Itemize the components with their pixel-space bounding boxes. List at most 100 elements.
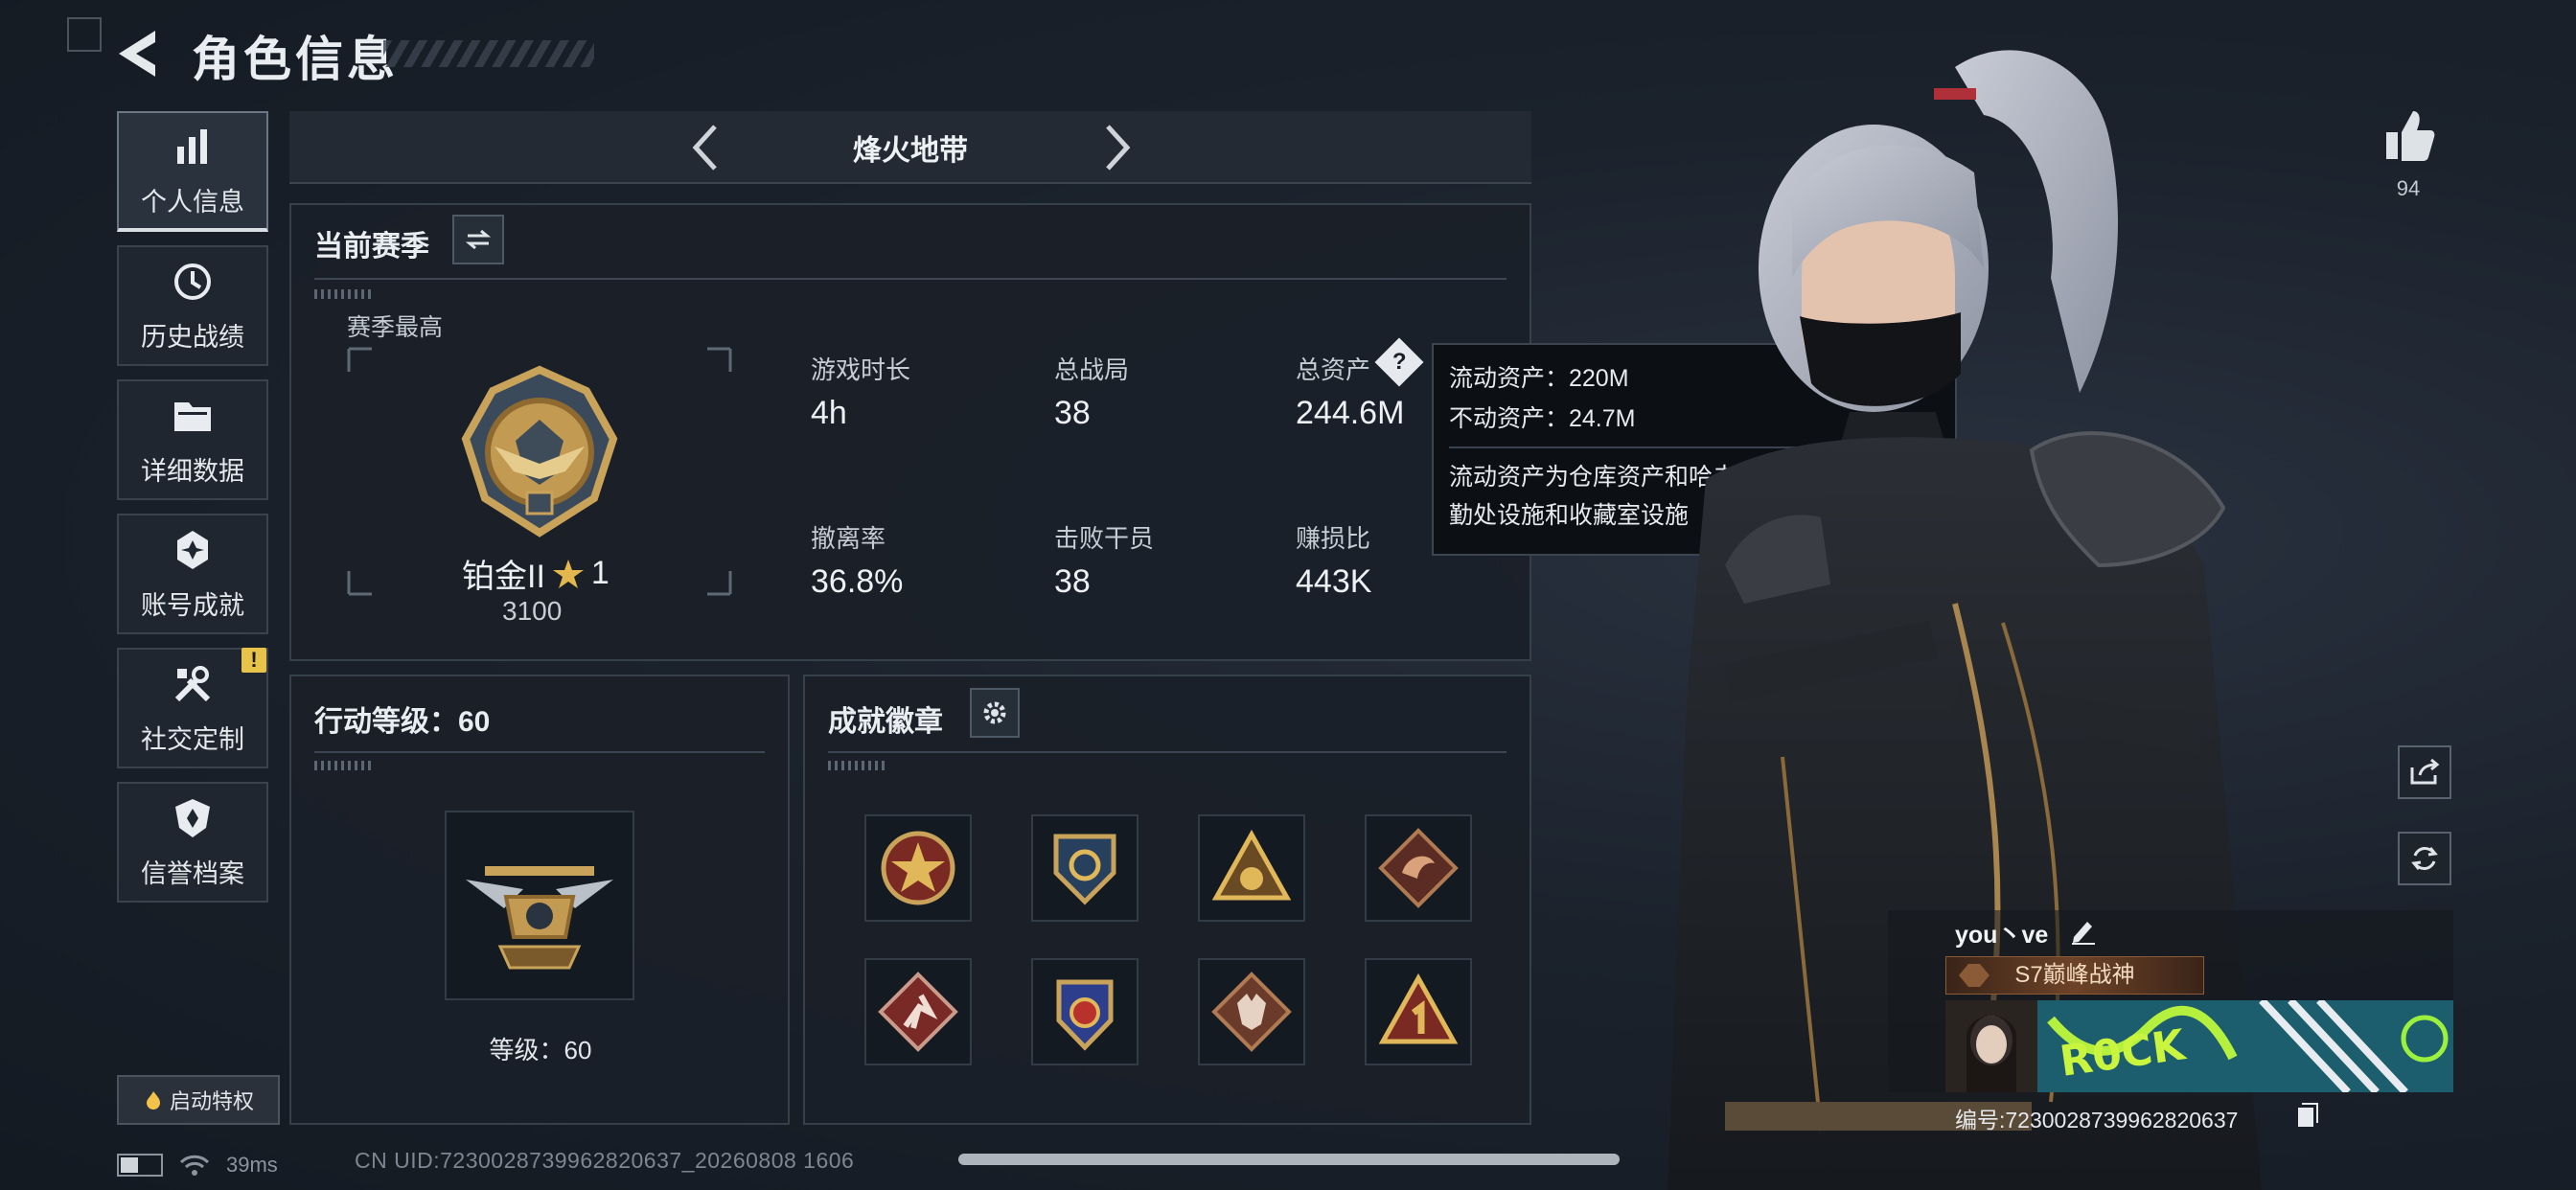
stat-label-extract-rate: 撤离率 [811,524,886,553]
credit-shield-icon [175,798,210,837]
title-decoration [383,40,594,67]
achievement-badge-7[interactable] [1198,958,1305,1065]
graffiti-banner-image: R0CK [1945,1000,2453,1092]
runner-badge-icon [878,972,958,1052]
season-divider [314,278,1506,280]
chevron-right-icon [1106,125,1131,171]
rank-points: 3100 [502,596,563,626]
page-title: 角色信息 [192,33,399,86]
wolf-badge-icon [1211,972,1292,1052]
wifi-icon [179,1155,210,1176]
help-glyph: ? [1392,348,1407,375]
divider-dots [314,289,372,299]
sidebar-item-label: 社交定制 [141,724,244,754]
achievement-badge-4[interactable] [1365,814,1472,922]
copy-id-button[interactable] [2296,1102,2319,1129]
refresh-button[interactable] [2398,832,2451,885]
sidebar-item-achievements[interactable]: 账号成就 [117,514,268,634]
rank-stars: 1 [590,555,610,591]
sidebar-item-credit[interactable]: 信誉档案 [117,782,268,903]
sidebar-item-label: 详细数据 [141,456,244,486]
player-name: you丶ve [1955,922,2049,949]
like-button[interactable] [2382,107,2436,165]
chevron-left-icon [692,125,717,171]
sidebar-item-personal-info[interactable]: 个人信息 [117,111,268,232]
number-one-badge-icon [1378,973,1459,1044]
achievement-badge-6[interactable] [1031,958,1138,1065]
folder-icon [174,401,211,431]
title-emblem-icon [1959,964,1990,987]
stat-label-profit-ratio: 赚损比 [1296,524,1371,553]
stat-label-total-assets: 总资产 [1296,355,1371,384]
achievement-badges-title: 成就徽章 [828,706,943,738]
achievement-badge-1[interactable] [864,814,972,922]
divider-dots [828,761,886,770]
battery-icon [117,1154,163,1177]
sidebar-item-label: 账号成就 [141,590,244,620]
horizontal-scrollbar[interactable] [958,1154,1620,1165]
badges-divider [828,751,1506,753]
swap-icon [465,229,492,250]
history-clock-icon [174,263,211,300]
status-bar: 39ms [117,1146,278,1184]
action-level-divider [314,751,765,753]
stat-value-total-assets: 244.6M [1296,395,1405,431]
rank-row: 铂金II 1 [462,550,610,597]
rank-emblem-icon [461,365,618,538]
bar-chart-icon [177,128,207,164]
sidebar-item-label: 历史战绩 [141,322,244,352]
mode-next-button[interactable] [1098,121,1137,174]
share-button[interactable] [2398,745,2451,799]
achievement-badge-5[interactable] [864,958,972,1065]
sidebar-item-details[interactable]: 详细数据 [117,379,268,500]
gear-icon [983,701,1006,724]
sidebar-item-label: 信誉档案 [141,858,244,888]
achievement-badge-8[interactable] [1365,958,1472,1065]
stat-value-matches: 38 [1054,395,1091,431]
divider-dots [314,761,372,770]
action-level-title: 行动等级：60 [314,706,491,738]
player-banner: R0CK [1945,1000,2453,1092]
uid-text: CN UID:7230028739962820637_20260808 1606 [355,1148,855,1173]
thumbs-up-icon [2386,111,2435,161]
back-arrow-icon [119,31,155,77]
sidebar-item-history[interactable]: 历史战绩 [117,245,268,366]
emblem-badge-icon [1056,979,1114,1051]
star-badge-icon [881,831,955,905]
achievement-badge-3[interactable] [1198,814,1305,922]
like-count: 94 [2396,176,2421,200]
aircraft-badge-icon [466,866,613,970]
dragon-badge-icon [1378,828,1459,908]
sidebar-item-label: 个人信息 [141,187,244,217]
mode-title: 烽火地带 [853,135,968,167]
achievement-badge-2[interactable] [1031,814,1138,922]
share-icon [2410,758,2440,785]
copy-icon [2298,1103,2318,1127]
triangle-badge-icon [1211,829,1292,901]
warning-badge: ! [242,648,266,673]
season-switch-button[interactable] [452,215,504,264]
privilege-button[interactable]: 启动特权 [117,1075,280,1125]
stat-value-kills: 38 [1054,563,1091,600]
edit-name-button[interactable] [2070,916,2097,945]
star-icon [552,559,584,588]
shield-badge-icon [1053,834,1116,905]
stat-label-kills: 击败干员 [1054,524,1155,553]
badge-settings-button[interactable] [970,688,1020,738]
privilege-label: 启动特权 [169,1089,254,1113]
stat-value-playtime: 4h [811,395,847,431]
rank-name: 铂金II [462,559,545,595]
stat-label-playtime: 游戏时长 [811,355,911,384]
mode-prev-button[interactable] [686,121,724,174]
corner-marker [67,17,102,52]
flame-icon [146,1091,160,1110]
season-best-label: 赛季最高 [347,314,444,341]
ping-text: 39ms [226,1153,278,1177]
achievement-icon [177,530,208,569]
tools-icon [174,665,211,701]
stat-value-profit-ratio: 443K [1296,563,1372,600]
pencil-icon [2072,922,2095,945]
refresh-icon [2411,847,2438,870]
action-level-badge-tile [445,811,634,1000]
back-button[interactable] [115,27,163,80]
